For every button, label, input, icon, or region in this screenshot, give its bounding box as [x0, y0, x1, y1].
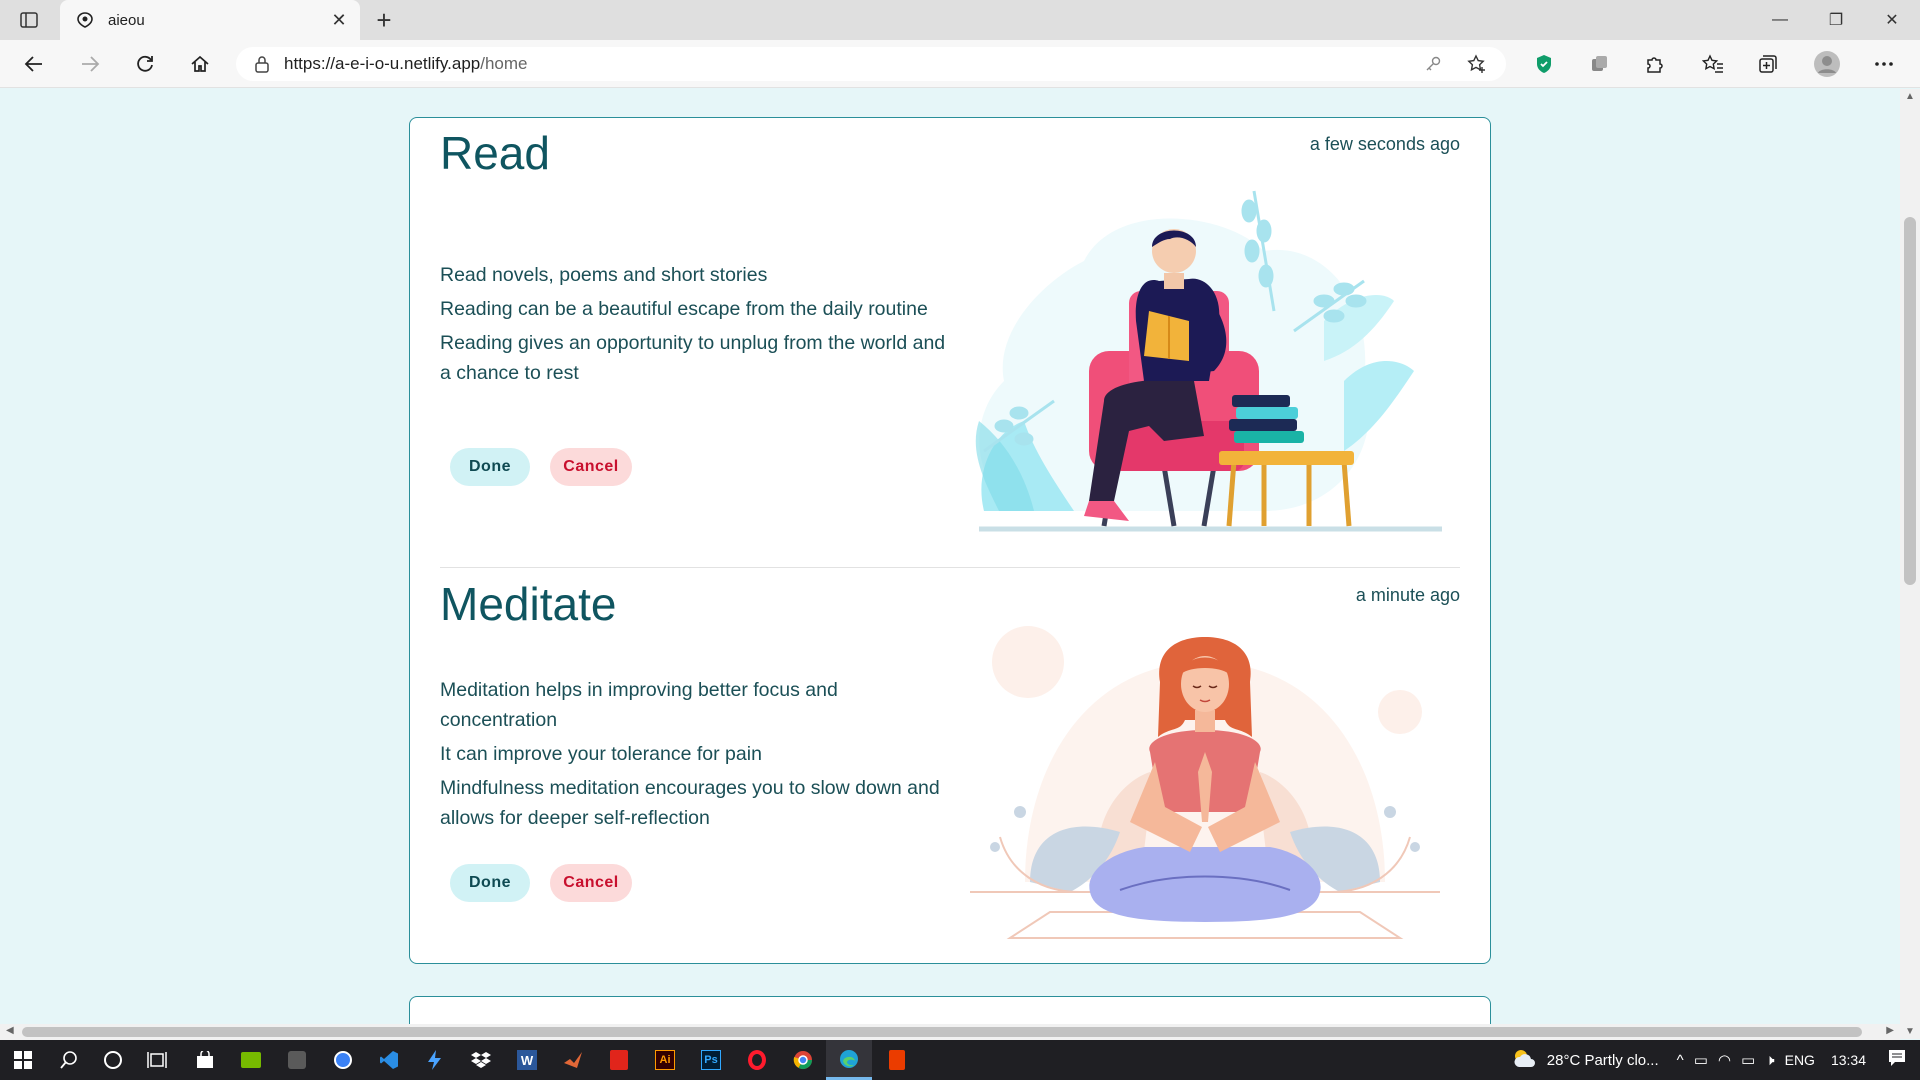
- clock[interactable]: 13:34: [1831, 1052, 1866, 1068]
- cancel-button[interactable]: Cancel: [550, 448, 632, 486]
- favorites-icon[interactable]: [1695, 48, 1731, 80]
- opera-icon[interactable]: [734, 1040, 780, 1080]
- chevron-up-icon[interactable]: ^: [1677, 1052, 1684, 1069]
- scrollbar-thumb[interactable]: [1904, 217, 1916, 585]
- activity-card: Read a few seconds ago Read novels, poem…: [409, 117, 1491, 964]
- back-icon[interactable]: [16, 48, 52, 80]
- activity-item-meditate: Meditate a minute ago Meditation helps i…: [440, 577, 1460, 957]
- horizontal-scrollbar[interactable]: ◀ ▶: [0, 1024, 1900, 1040]
- task-view-icon[interactable]: [134, 1040, 180, 1080]
- activity-timestamp: a minute ago: [1355, 585, 1460, 605]
- dropbox-icon[interactable]: [458, 1040, 504, 1080]
- nvidia-icon[interactable]: [228, 1040, 274, 1080]
- minimize-icon[interactable]: —: [1752, 0, 1808, 40]
- description-line: Meditation helps in improving better foc…: [440, 679, 838, 731]
- activity-description: Read novels, poems and short stories Rea…: [440, 260, 960, 392]
- photoshop-icon[interactable]: Ps: [688, 1040, 734, 1080]
- language-indicator[interactable]: ENG: [1785, 1052, 1815, 1068]
- cortana-icon[interactable]: [90, 1040, 136, 1080]
- description-line: Reading can be a beautiful escape from t…: [440, 298, 928, 320]
- shield-extension-icon[interactable]: [1526, 48, 1562, 80]
- vscode-icon[interactable]: [366, 1040, 412, 1080]
- address-bar[interactable]: https://a-e-i-o-u.netlify.app/home: [236, 47, 1506, 81]
- scroll-left-icon[interactable]: ◀: [6, 1025, 14, 1036]
- hscrollbar-thumb[interactable]: [22, 1027, 1862, 1037]
- edge-icon[interactable]: [826, 1040, 872, 1080]
- pen-app-icon[interactable]: [274, 1040, 320, 1080]
- window-close-icon[interactable]: ✕: [1864, 0, 1920, 40]
- add-favorite-icon[interactable]: [1462, 49, 1492, 79]
- tab-title: aieou: [108, 11, 145, 29]
- window-controls: — ❐ ✕: [1752, 0, 1920, 40]
- url-path: /home: [480, 54, 528, 73]
- forward-icon[interactable]: [72, 48, 108, 80]
- more-menu-icon[interactable]: [1866, 48, 1902, 80]
- page-viewport: Read a few seconds ago Read novels, poem…: [0, 89, 1900, 1039]
- activity-item-read: Read a few seconds ago Read novels, poem…: [440, 126, 1460, 556]
- lock-icon[interactable]: [252, 54, 272, 74]
- description-line: Read novels, poems and short stories: [440, 264, 768, 286]
- meet-now-icon[interactable]: ▭: [1694, 1051, 1708, 1069]
- scroll-up-icon[interactable]: ▲: [1905, 91, 1915, 102]
- activity-title: Meditate: [440, 578, 617, 630]
- description-line: It can improve your tolerance for pain: [440, 743, 762, 765]
- meditation-illustration: [970, 626, 1440, 939]
- start-icon[interactable]: [0, 1040, 46, 1080]
- done-button[interactable]: Done: [450, 448, 530, 486]
- url-host: https://a-e-i-o-u.netlify.app: [284, 54, 481, 73]
- activity-actions: Done Cancel: [450, 448, 632, 486]
- item-divider: [440, 567, 1460, 568]
- notification-icon[interactable]: [1888, 1049, 1906, 1071]
- activity-actions: Done Cancel: [450, 864, 632, 902]
- store-icon[interactable]: [182, 1040, 228, 1080]
- illustrator-icon[interactable]: Ai: [642, 1040, 688, 1080]
- matlab-icon[interactable]: [550, 1040, 596, 1080]
- cancel-button[interactable]: Cancel: [550, 864, 632, 902]
- vertical-scrollbar[interactable]: ▲ ▼: [1900, 89, 1920, 1039]
- profile-avatar-icon[interactable]: [1809, 48, 1845, 80]
- scroll-down-icon[interactable]: ▼: [1905, 1026, 1915, 1037]
- url-text: https://a-e-i-o-u.netlify.app/home: [284, 54, 527, 74]
- windows-taskbar: W Ai Ps 28°C Partly clo... ^ ▭ ◠ ▭ 🕨 ENG…: [0, 1040, 1920, 1080]
- reading-illustration: [975, 190, 1442, 532]
- browser-toolbar: https://a-e-i-o-u.netlify.app/home: [0, 40, 1920, 88]
- refresh-icon[interactable]: [127, 48, 163, 80]
- battery-icon[interactable]: ▭: [1741, 1051, 1755, 1069]
- browser-tab[interactable]: aieou ✕: [60, 0, 360, 40]
- tab-actions-icon[interactable]: [14, 8, 44, 32]
- wifi-icon[interactable]: ◠: [1718, 1051, 1731, 1069]
- restore-icon[interactable]: ❐: [1808, 0, 1864, 40]
- extension-gray-icon[interactable]: [1581, 48, 1617, 80]
- volume-muted-icon[interactable]: 🕨: [1765, 1052, 1774, 1069]
- collections-icon[interactable]: [1750, 48, 1786, 80]
- done-button[interactable]: Done: [450, 864, 530, 902]
- description-line: Mindfulness meditation encourages you to…: [440, 777, 940, 829]
- search-icon[interactable]: [46, 1040, 92, 1080]
- tab-close-icon[interactable]: ✕: [324, 5, 354, 35]
- description-line: Reading gives an opportunity to unplug f…: [440, 332, 946, 384]
- browser-titlebar: aieou ✕ + — ❐ ✕: [0, 0, 1920, 40]
- activity-title: Read: [440, 127, 550, 179]
- office-icon[interactable]: [874, 1040, 920, 1080]
- activity-description: Meditation helps in improving better foc…: [440, 675, 960, 837]
- app-circle-icon[interactable]: [320, 1040, 366, 1080]
- chrome-icon[interactable]: [780, 1040, 826, 1080]
- new-tab-button[interactable]: +: [368, 4, 400, 36]
- site-favicon-icon: [74, 9, 96, 31]
- weather-text[interactable]: 28°C Partly clo...: [1547, 1052, 1659, 1069]
- word-icon[interactable]: W: [504, 1040, 550, 1080]
- scroll-right-icon[interactable]: ▶: [1886, 1025, 1894, 1036]
- lightning-app-icon[interactable]: [412, 1040, 458, 1080]
- extensions-puzzle-icon[interactable]: [1636, 48, 1672, 80]
- key-icon[interactable]: [1418, 49, 1448, 79]
- acrobat-icon[interactable]: [596, 1040, 642, 1080]
- activity-timestamp: a few seconds ago: [1309, 134, 1460, 154]
- system-tray: 28°C Partly clo... ^ ▭ ◠ ▭ 🕨 ENG 13:34: [1501, 1040, 1920, 1080]
- weather-icon[interactable]: [1511, 1047, 1537, 1073]
- home-icon[interactable]: [182, 48, 218, 80]
